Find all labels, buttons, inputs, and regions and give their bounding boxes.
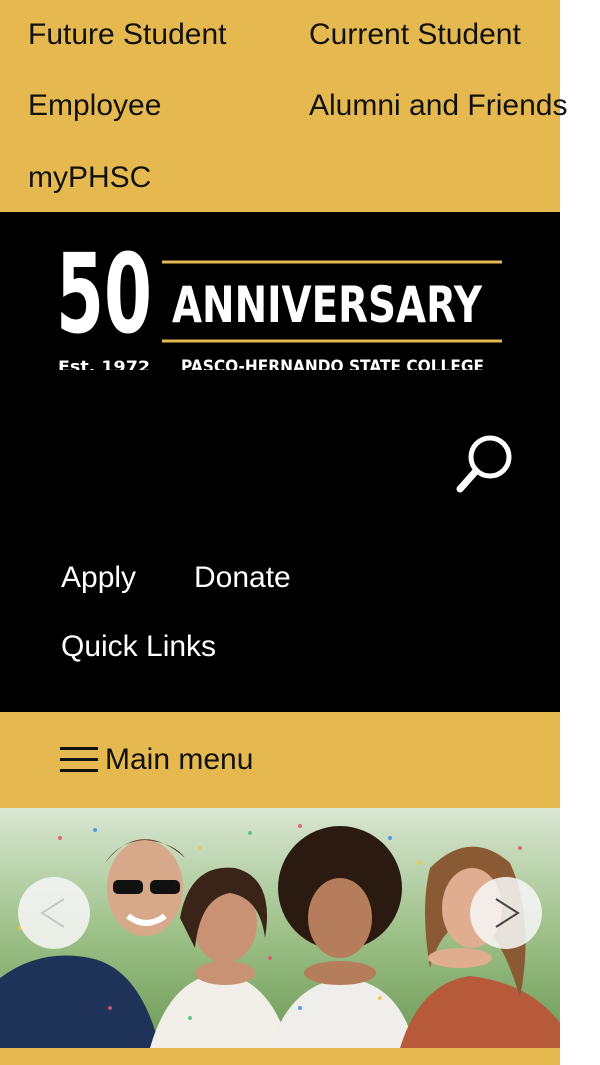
page: Future Student Current Student Employee … xyxy=(0,0,567,1065)
apply-link[interactable]: Apply xyxy=(61,563,136,593)
quick-links-link[interactable]: Quick Links xyxy=(61,632,216,662)
search-icon xyxy=(456,435,512,493)
anniversary-logo: 50 ANNIVERSARY Est. 1972 PASCO-HERNANDO … xyxy=(56,230,502,377)
carousel-next-button[interactable] xyxy=(470,877,542,949)
audience-nav: Future Student Current Student Employee … xyxy=(0,0,567,212)
logo-number: 50 xyxy=(56,240,152,358)
main-menu-bar: Main menu xyxy=(0,712,560,808)
main-menu-button[interactable]: Main menu xyxy=(60,742,253,778)
chevron-left-icon xyxy=(40,898,65,928)
audience-link-employee[interactable]: Employee xyxy=(28,91,161,121)
audience-link-myphsc[interactable]: myPHSC xyxy=(28,163,151,193)
carousel-prev-button[interactable] xyxy=(18,877,90,949)
chevron-right-icon xyxy=(495,898,520,928)
audience-link-alumni-friends[interactable]: Alumni and Friends xyxy=(309,91,567,121)
hamburger-icon xyxy=(60,747,98,772)
search-button[interactable] xyxy=(448,427,524,503)
logo-college-name: PASCO-HERNANDO STATE COLLEGE xyxy=(181,357,484,370)
college-logo-link[interactable]: 50 ANNIVERSARY Est. 1972 PASCO-HERNANDO … xyxy=(56,230,506,377)
logo-established: Est. 1972 xyxy=(58,357,150,370)
donate-link[interactable]: Donate xyxy=(194,563,291,593)
audience-link-current-student[interactable]: Current Student xyxy=(309,20,521,50)
bottom-gold-strip xyxy=(0,1048,560,1065)
audience-link-future-student[interactable]: Future Student xyxy=(28,20,226,50)
logo-word: ANNIVERSARY xyxy=(172,276,483,334)
site-header: 50 ANNIVERSARY Est. 1972 PASCO-HERNANDO … xyxy=(0,212,560,712)
hero-carousel xyxy=(0,808,560,1048)
main-menu-label: Main menu xyxy=(105,743,254,776)
